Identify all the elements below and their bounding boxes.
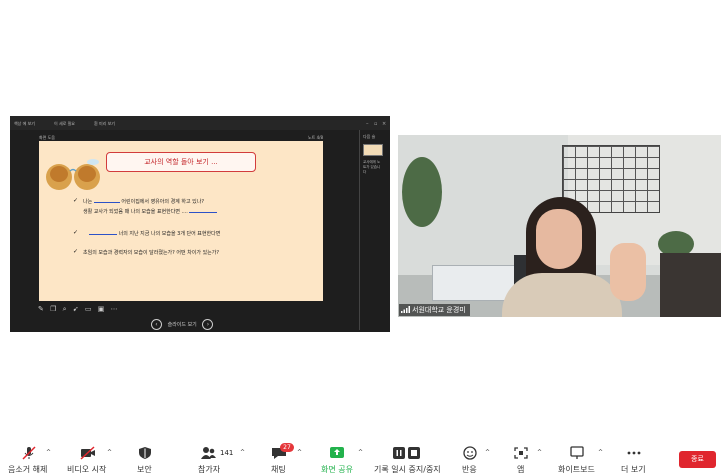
pause-stop-recording-label: 기록 일시 중지/중지 <box>374 465 441 474</box>
mute-button[interactable]: ^ 음소거 해제 <box>6 436 52 474</box>
bookshelf-image <box>660 253 721 317</box>
reactions-button[interactable]: ^ 반응 <box>458 436 494 474</box>
start-video-label: 비디오 시작 <box>67 465 107 474</box>
slide-text-line: 생활 교사가 되었음 때 나의 모습을 표현한다면 .... <box>83 208 218 215</box>
share-screen-label: 화면 공유 <box>321 465 353 474</box>
share-screen-icon <box>330 447 344 458</box>
microphone-muted-icon <box>22 446 36 460</box>
chat-button[interactable]: 27 ^ 채팅 <box>268 436 308 474</box>
presentation-slide: 교사의 역할 돌아 보기 ... ✓ 나는 어린이집에서 영유아의 경계 하고 … <box>39 141 323 301</box>
close-icon[interactable]: × <box>382 121 386 127</box>
video-icon[interactable]: ▣ <box>98 305 105 313</box>
share-menu-item[interactable]: 책상 에 보기 <box>14 121 35 127</box>
slide-text-line: 나는 어린이집에서 영유아의 경계 하고 있나? <box>83 198 204 205</box>
security-button[interactable]: 보안 <box>132 436 158 474</box>
pen-icon[interactable]: ✎ <box>38 305 44 313</box>
slide-title: 교사의 역할 돌아 보기 ... <box>106 152 256 172</box>
next-slide-panel: 다음 슬 교사에게 노트가 있습니다 <box>359 130 386 330</box>
person-body <box>502 273 622 317</box>
minimize-icon[interactable]: – <box>366 121 369 127</box>
mute-label: 음소거 해제 <box>8 465 48 474</box>
shield-icon <box>139 447 151 459</box>
chevron-up-icon[interactable]: ^ <box>358 449 363 456</box>
slide-text: 생활 교사가 되었음 때 나의 모습을 표현한다면 .... <box>83 209 188 215</box>
slide-text: 어린이집에서 영유아의 경계 하고 있나? <box>121 199 205 205</box>
slide-text-line: 너의 지난 지금 나의 모습을 3개 단어 표현한다면 <box>89 230 220 237</box>
more-icon <box>627 451 641 455</box>
chevron-up-icon[interactable]: ^ <box>46 449 51 456</box>
person-hand <box>610 243 646 301</box>
speaker-notes: 교사에게 노트가 있습니다 <box>363 160 381 174</box>
security-label: 보안 <box>137 465 152 474</box>
annotation-tools: ✎ ❐ ⌕ ➹ ▭ ▣ ⋯ <box>38 305 122 315</box>
participant-video[interactable]: 서원대학교 윤경미 <box>398 135 721 317</box>
end-meeting-button[interactable]: 종료 <box>679 451 716 468</box>
previous-slide-icon[interactable]: ‹ <box>151 319 162 330</box>
chat-label: 채팅 <box>271 465 286 474</box>
chevron-up-icon[interactable]: ^ <box>107 449 112 456</box>
copy-icon[interactable]: ❐ <box>50 305 56 313</box>
share-menu-item[interactable]: 흰 미리 보기 <box>94 121 115 127</box>
participants-icon <box>201 447 216 459</box>
chevron-up-icon[interactable]: ^ <box>598 449 603 456</box>
whiteboard-button[interactable]: ^ 화이트보드 <box>556 436 606 474</box>
whiteboard-label: 화이트보드 <box>558 465 595 474</box>
signal-icon <box>401 306 410 313</box>
check-icon: ✓ <box>73 248 79 255</box>
chevron-up-icon[interactable]: ^ <box>485 449 490 456</box>
participant-name-tag: 서원대학교 윤경미 <box>399 304 470 316</box>
pause-stop-icon <box>393 447 420 459</box>
zoom-icon[interactable]: ⌕ <box>63 305 67 313</box>
pause-stop-recording-button[interactable]: 기록 일시 중지/중지 <box>372 436 442 474</box>
slide-nav-label: 슬라이드 보기 <box>167 322 197 328</box>
slide-text-line: 초임의 모습과 경력자의 모습이 달라졌는가? 어떤 차이가 있는가? <box>83 250 220 256</box>
whiteboard-icon <box>570 446 584 459</box>
more-label: 더 보기 <box>621 465 646 474</box>
share-topbar: 책상 에 보기 이 세로 필요 흰 미리 보기 – ▫ × <box>10 116 390 130</box>
participant-name: 서원대학교 윤경미 <box>412 306 466 314</box>
smiley-icon <box>463 446 477 460</box>
chevron-up-icon[interactable]: ^ <box>537 449 542 456</box>
person-face <box>536 209 582 269</box>
share-screen-button[interactable]: ^ 화면 공유 <box>320 436 366 474</box>
fill-in-blank <box>93 202 120 203</box>
subtitle-icon[interactable]: ▭ <box>85 305 92 313</box>
next-slide-icon[interactable]: › <box>202 319 214 330</box>
check-icon: ✓ <box>73 197 79 204</box>
share-menu-item[interactable]: 이 세로 필요 <box>54 121 75 127</box>
slide-text: 너의 지난 지금 나의 모습을 3개 단어 표현한다면 <box>118 231 221 237</box>
chevron-up-icon[interactable]: ^ <box>240 449 245 456</box>
thinking-heads-illustration <box>46 159 100 190</box>
participants-count: 141 <box>220 449 234 457</box>
reactions-label: 반응 <box>462 465 477 474</box>
shared-screen: 책상 에 보기 이 세로 필요 흰 미리 보기 – ▫ × 화면 도움 노트 4… <box>10 116 390 332</box>
next-slide-thumbnail[interactable] <box>363 144 383 156</box>
start-video-button[interactable]: ^ 비디오 시작 <box>66 436 114 474</box>
meeting-toolbar: ^ 음소거 해제 ^ 비디오 시작 보안 141 ^ 참가자 27 ^ 채팅 ^… <box>0 436 724 474</box>
fill-in-blank <box>89 234 117 235</box>
restore-icon[interactable]: ▫ <box>374 121 377 127</box>
apps-button[interactable]: ^ 앱 <box>510 436 546 474</box>
apps-icon <box>514 447 528 459</box>
check-icon: ✓ <box>73 229 79 236</box>
slide-text: 나는 <box>83 199 93 205</box>
plant-image <box>402 157 442 227</box>
printer-image <box>432 265 516 301</box>
pointer-icon[interactable]: ➹ <box>73 305 79 313</box>
participants-label: 참가자 <box>198 465 221 474</box>
chevron-up-icon[interactable]: ^ <box>297 449 302 456</box>
participants-button[interactable]: 141 ^ 참가자 <box>196 436 248 474</box>
apps-label: 앱 <box>517 465 525 474</box>
slide-navigation: ‹ 슬라이드 보기 › <box>151 319 214 330</box>
fill-in-blank <box>189 212 218 213</box>
more-options-icon[interactable]: ⋯ <box>111 305 118 313</box>
chat-badge: 27 <box>280 443 294 452</box>
more-button[interactable]: 더 보기 <box>618 436 650 474</box>
video-off-icon <box>80 446 95 460</box>
next-slide-label: 다음 슬 <box>363 134 376 139</box>
